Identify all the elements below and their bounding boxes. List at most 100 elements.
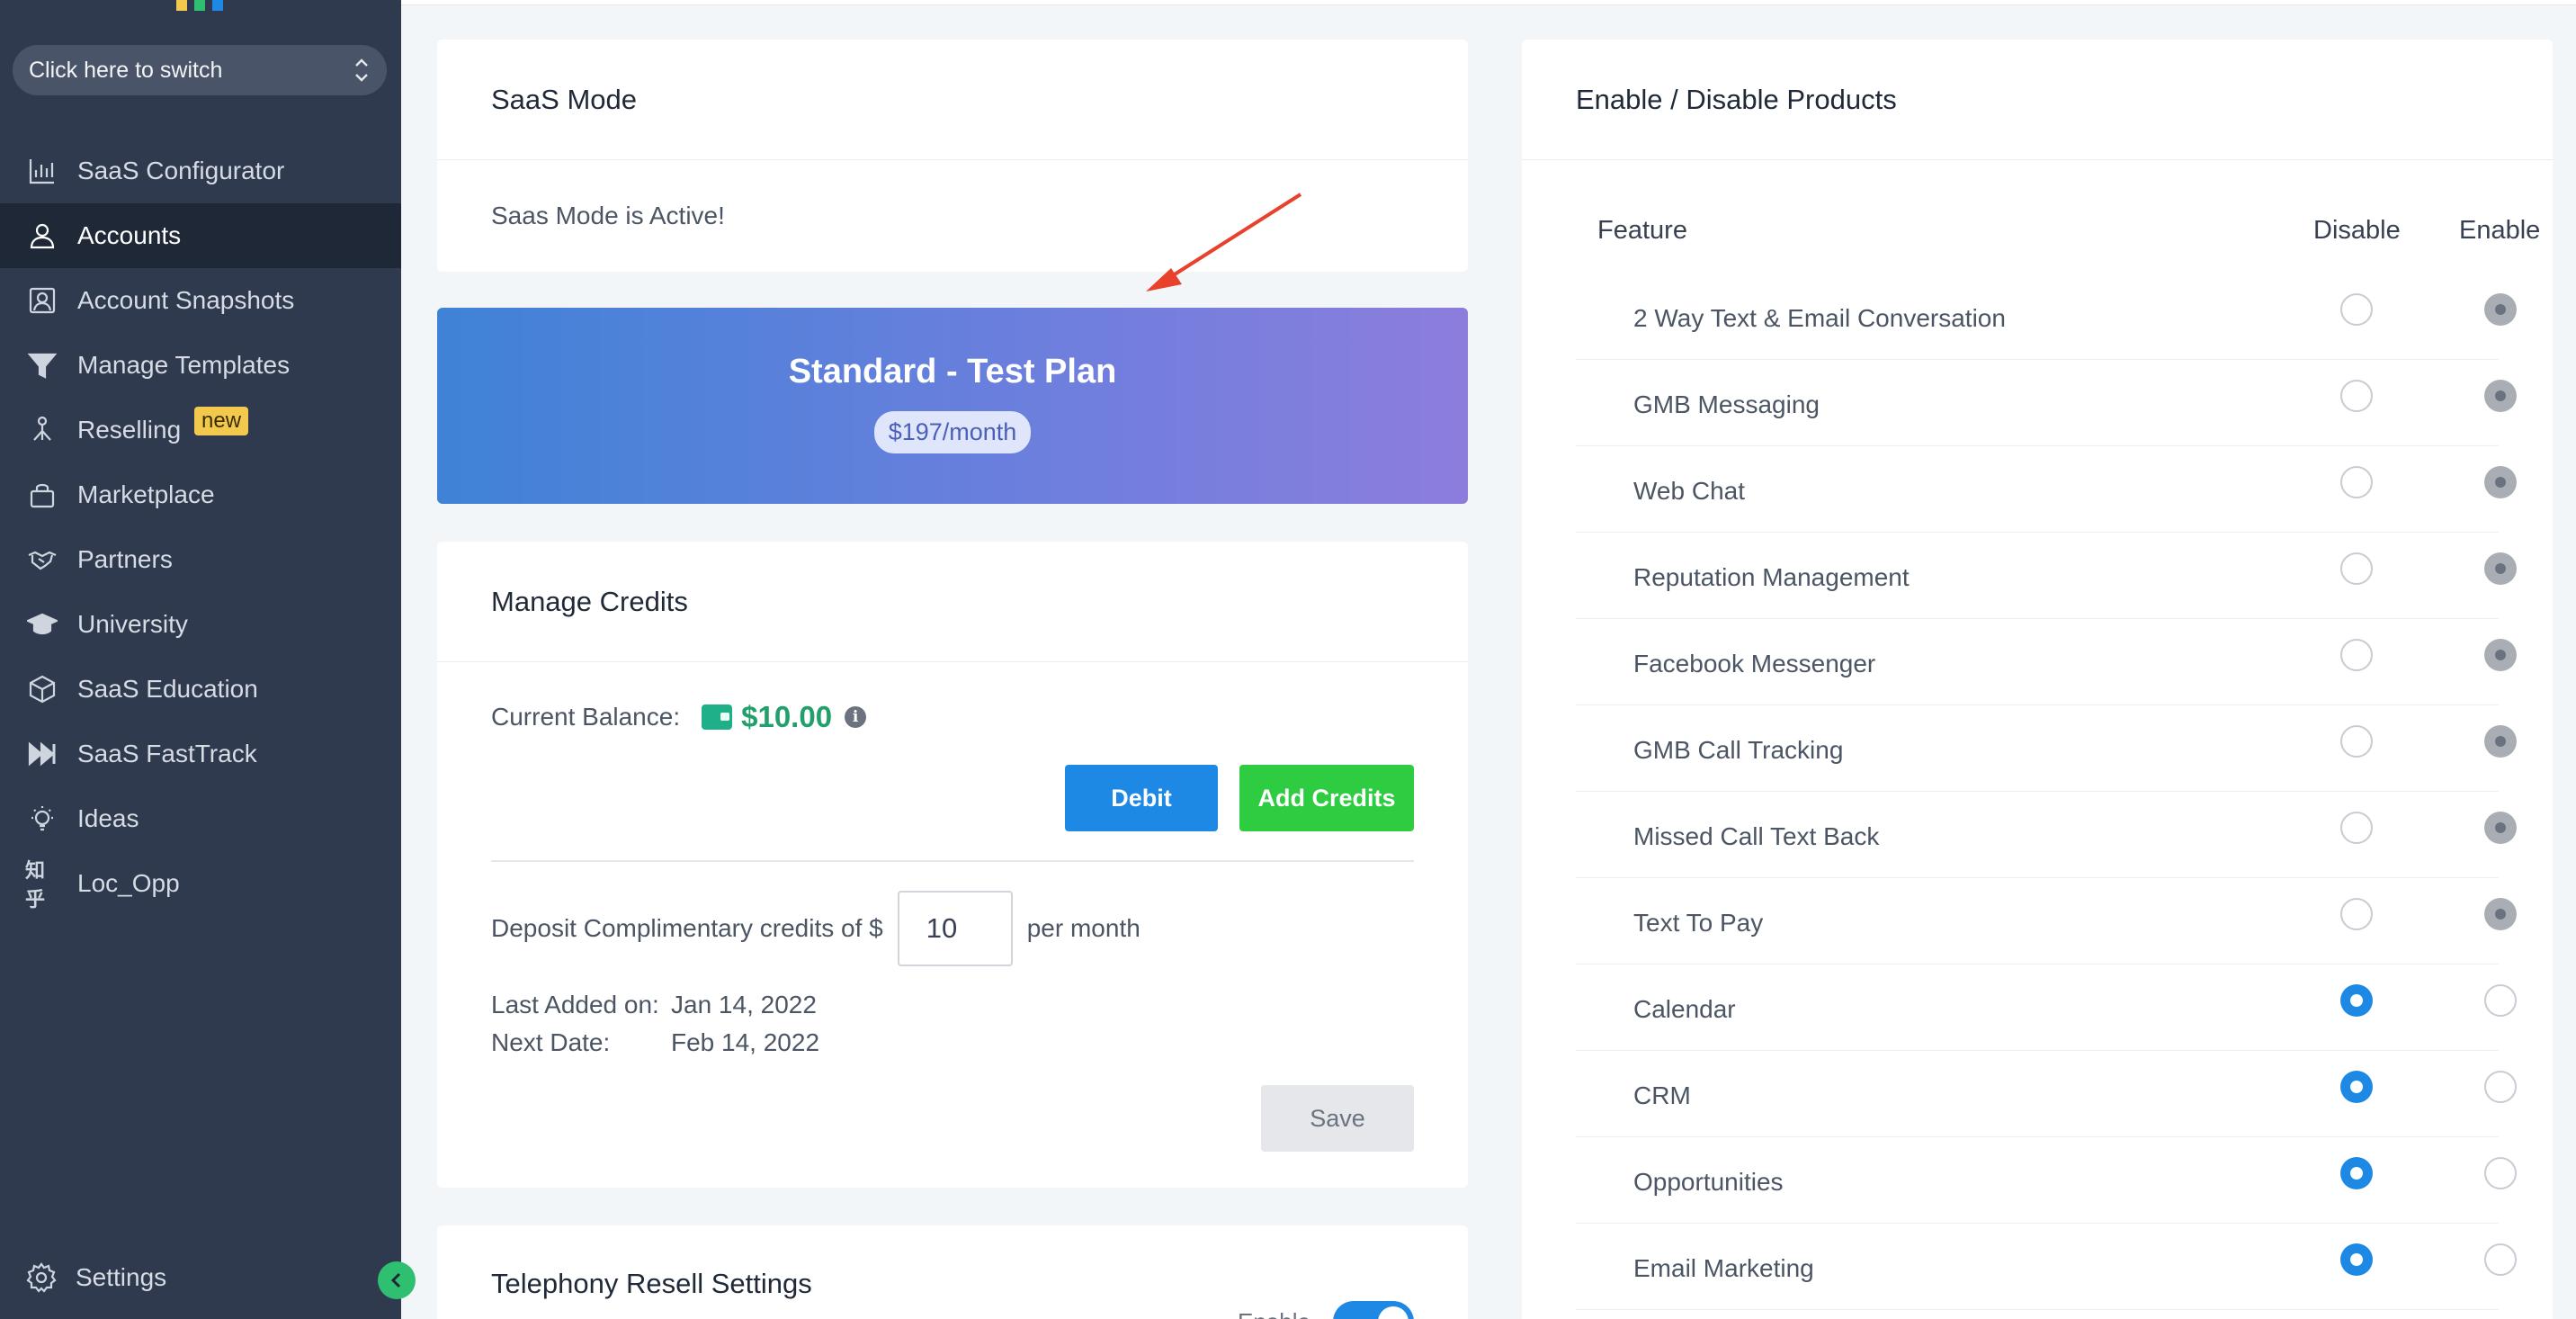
annotation-arrow <box>1146 193 1302 292</box>
divider <box>491 860 1414 862</box>
zhihu-icon: 知乎 <box>25 860 46 911</box>
disable-radio[interactable] <box>2340 1157 2373 1189</box>
last-added-value: Jan 14, 2022 <box>671 991 817 1018</box>
sidebar-item-saas-fasttrack[interactable]: SaaS FastTrack <box>0 722 401 786</box>
sidebar-item-loc-opp[interactable]: 知乎 Loc_Opp <box>0 851 401 916</box>
table-row: Calendar <box>1576 965 2517 1051</box>
feature-name: Calendar <box>1633 995 1736 1023</box>
disable-radio[interactable] <box>2340 466 2373 498</box>
feature-name: GMB Call Tracking <box>1633 736 1844 764</box>
enable-radio[interactable] <box>2484 639 2517 671</box>
sidebar-nav: SaaS Configurator Accounts Account Snaps… <box>0 139 401 916</box>
table-row: Missed Call Text Back <box>1576 792 2517 878</box>
disable-radio[interactable] <box>2340 1243 2373 1276</box>
table-row: Reputation Management <box>1576 533 2517 619</box>
debit-button[interactable]: Debit <box>1065 765 1218 831</box>
table-row: Opportunities <box>1576 1137 2517 1224</box>
disable-radio[interactable] <box>2340 812 2373 844</box>
telephony-enable-label: Enable <box>1238 1308 1310 1319</box>
disable-radio[interactable] <box>2340 1071 2373 1103</box>
enable-radio[interactable] <box>2484 1157 2517 1189</box>
account-switcher[interactable]: Click here to switch <box>13 45 387 95</box>
feature-name: CRM <box>1633 1081 1691 1109</box>
products-table: 2 Way Text & Email Conversation GMB Messa… <box>1576 274 2517 1310</box>
chevron-left-icon <box>390 1272 401 1288</box>
complimentary-credits-input[interactable]: 10 <box>897 891 1013 966</box>
sidebar-item-label: Reselling <box>77 416 182 444</box>
feature-name: Reputation Management <box>1633 563 1910 591</box>
sidebar-item-label: SaaS Education <box>77 675 258 703</box>
sidebar-item-label: Account Snapshots <box>77 286 295 314</box>
enable-radio[interactable] <box>2484 380 2517 412</box>
info-icon[interactable]: i <box>845 706 867 728</box>
next-date-label: Next Date: <box>491 1028 611 1056</box>
disable-radio[interactable] <box>2340 639 2373 671</box>
snapshot-icon <box>25 283 59 318</box>
sidebar-item-label: Accounts <box>77 221 182 249</box>
telephony-resell-card: Telephony Resell Settings Enable <box>437 1225 1468 1319</box>
enable-radio[interactable] <box>2484 725 2517 758</box>
handshake-icon <box>25 543 59 577</box>
sidebar-item-settings[interactable]: Settings <box>0 1245 401 1310</box>
next-date-value: Feb 14, 2022 <box>671 1028 820 1056</box>
graduation-cap-icon <box>25 607 59 642</box>
sidebar-item-university[interactable]: University <box>0 592 401 657</box>
disable-radio[interactable] <box>2340 552 2373 585</box>
manage-credits-title: Manage Credits <box>437 542 1468 662</box>
table-row: Facebook Messenger <box>1576 619 2517 705</box>
disable-radio[interactable] <box>2340 293 2373 326</box>
sidebar-item-label: Marketplace <box>77 480 215 508</box>
filter-icon <box>25 348 59 382</box>
sidebar-item-manage-templates[interactable]: Manage Templates <box>0 333 401 398</box>
enable-radio[interactable] <box>2484 552 2517 585</box>
table-row: GMB Messaging <box>1576 360 2517 446</box>
enable-radio[interactable] <box>2484 1071 2517 1103</box>
feature-name: Opportunities <box>1633 1168 1784 1196</box>
sidebar-item-marketplace[interactable]: Marketplace <box>0 462 401 527</box>
bag-icon <box>25 478 59 512</box>
sidebar-item-account-snapshots[interactable]: Account Snapshots <box>0 268 401 333</box>
sidebar-item-saas-configurator[interactable]: SaaS Configurator <box>0 139 401 203</box>
enable-radio[interactable] <box>2484 898 2517 930</box>
saas-mode-card: SaaS Mode Saas Mode is Active! <box>437 40 1468 272</box>
sidebar-item-accounts[interactable]: Accounts <box>0 203 401 268</box>
last-added-label: Last Added on: <box>491 991 659 1018</box>
sidebar-item-label: SaaS FastTrack <box>77 740 257 767</box>
deposit-row: Deposit Complimentary credits of $ 10 pe… <box>491 891 1140 966</box>
disable-radio[interactable] <box>2340 984 2373 1017</box>
add-credits-button[interactable]: Add Credits <box>1239 765 1414 831</box>
feature-name: Text To Pay <box>1633 909 1764 937</box>
bar-chart-icon <box>25 154 59 188</box>
sidebar-item-ideas[interactable]: Ideas <box>0 786 401 851</box>
enable-radio[interactable] <box>2484 812 2517 844</box>
sidebar-item-partners[interactable]: Partners <box>0 527 401 592</box>
feature-name: Missed Call Text Back <box>1633 822 1880 850</box>
saas-mode-title: SaaS Mode <box>437 40 1468 160</box>
sidebar-item-saas-education[interactable]: SaaS Education <box>0 657 401 722</box>
account-switcher-label: Click here to switch <box>29 57 223 83</box>
disable-radio[interactable] <box>2340 898 2373 930</box>
collapse-sidebar-button[interactable] <box>378 1261 416 1299</box>
cube-icon <box>25 672 59 706</box>
app-logo[interactable] <box>176 0 227 11</box>
plan-price-badge: $197/month <box>873 411 1032 453</box>
sidebar-item-label: Partners <box>77 545 173 573</box>
telephony-enable-toggle[interactable] <box>1333 1301 1414 1319</box>
sidebar-item-reselling[interactable]: Reselling new <box>0 398 401 462</box>
enable-radio[interactable] <box>2484 466 2517 498</box>
disable-radio[interactable] <box>2340 380 2373 412</box>
feature-name: Facebook Messenger <box>1633 650 1876 677</box>
table-row: Email Marketing <box>1576 1224 2517 1310</box>
feature-column-header: Feature <box>1597 216 1687 245</box>
enable-radio[interactable] <box>2484 293 2517 326</box>
credit-dates: Last Added on: Jan 14, 2022 Next Date: Feb… <box>491 986 819 1062</box>
network-icon <box>25 413 59 447</box>
feature-name: Email Marketing <box>1633 1254 1814 1282</box>
table-row: Text To Pay <box>1576 878 2517 965</box>
disable-radio[interactable] <box>2340 725 2373 758</box>
chevron-up-down-icon <box>353 54 371 86</box>
enable-column-header: Enable <box>2459 216 2541 245</box>
save-button[interactable]: Save <box>1261 1085 1414 1152</box>
enable-radio[interactable] <box>2484 984 2517 1017</box>
enable-radio[interactable] <box>2484 1243 2517 1276</box>
